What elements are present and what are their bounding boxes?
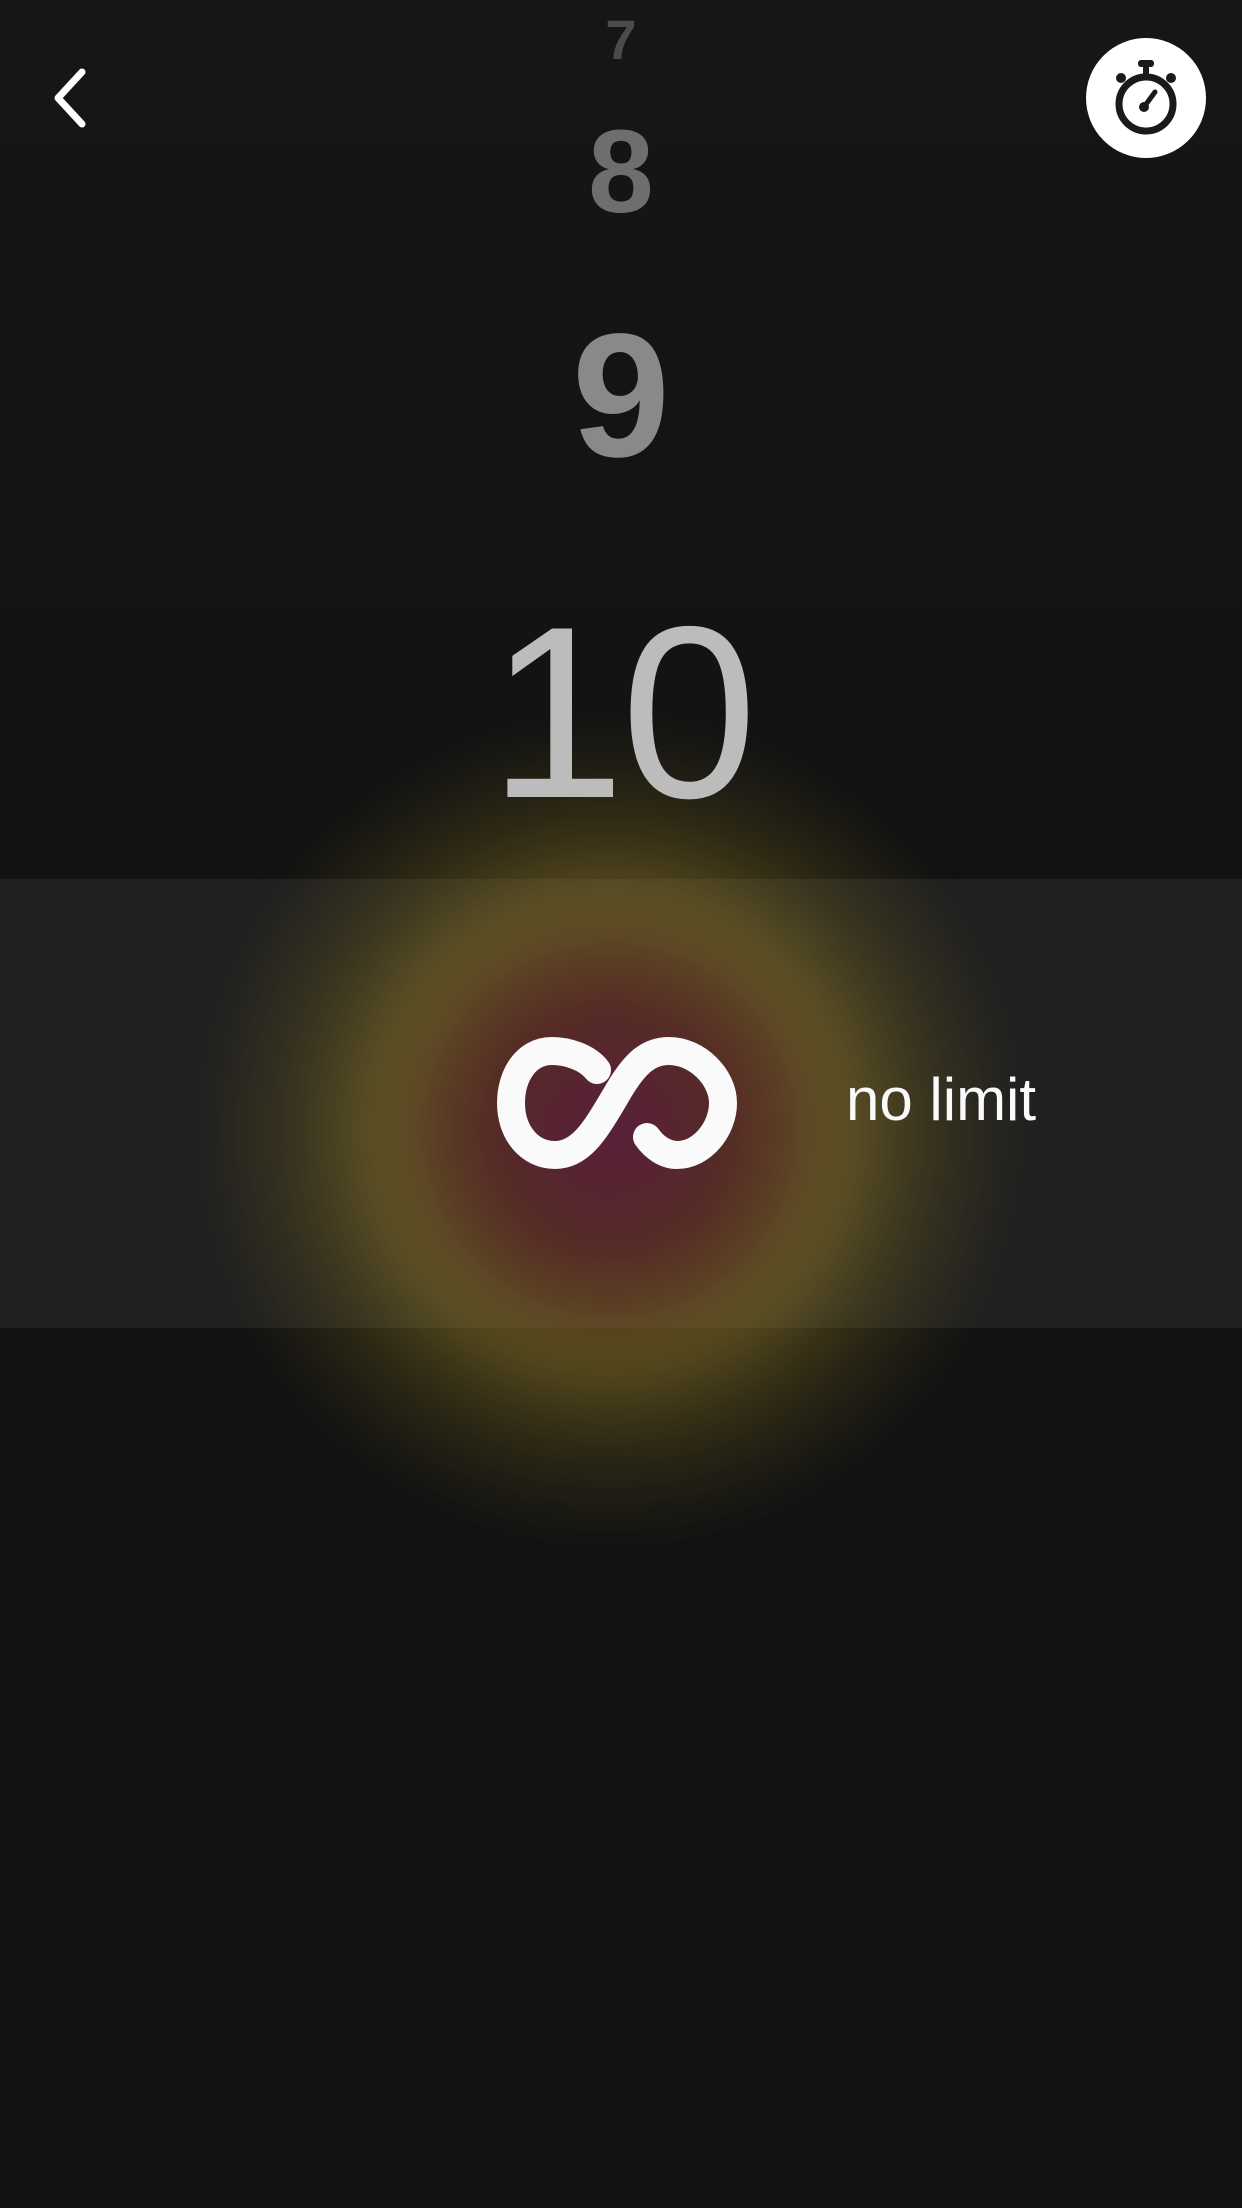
chevron-left-icon xyxy=(54,68,86,128)
timer-button[interactable] xyxy=(1086,38,1206,158)
back-button[interactable] xyxy=(48,66,98,130)
picker-value-9[interactable]: 9 xyxy=(0,308,1242,484)
picker-value-8[interactable]: 8 xyxy=(0,113,1242,231)
no-limit-option[interactable] xyxy=(473,1036,769,1170)
infinity-icon xyxy=(496,1036,738,1170)
stopwatch-icon xyxy=(1115,60,1177,135)
picker-value-10[interactable]: 10 xyxy=(0,590,1242,835)
no-limit-label: no limit xyxy=(846,1066,1037,1133)
picker-value-7[interactable]: 7 xyxy=(0,12,1242,68)
